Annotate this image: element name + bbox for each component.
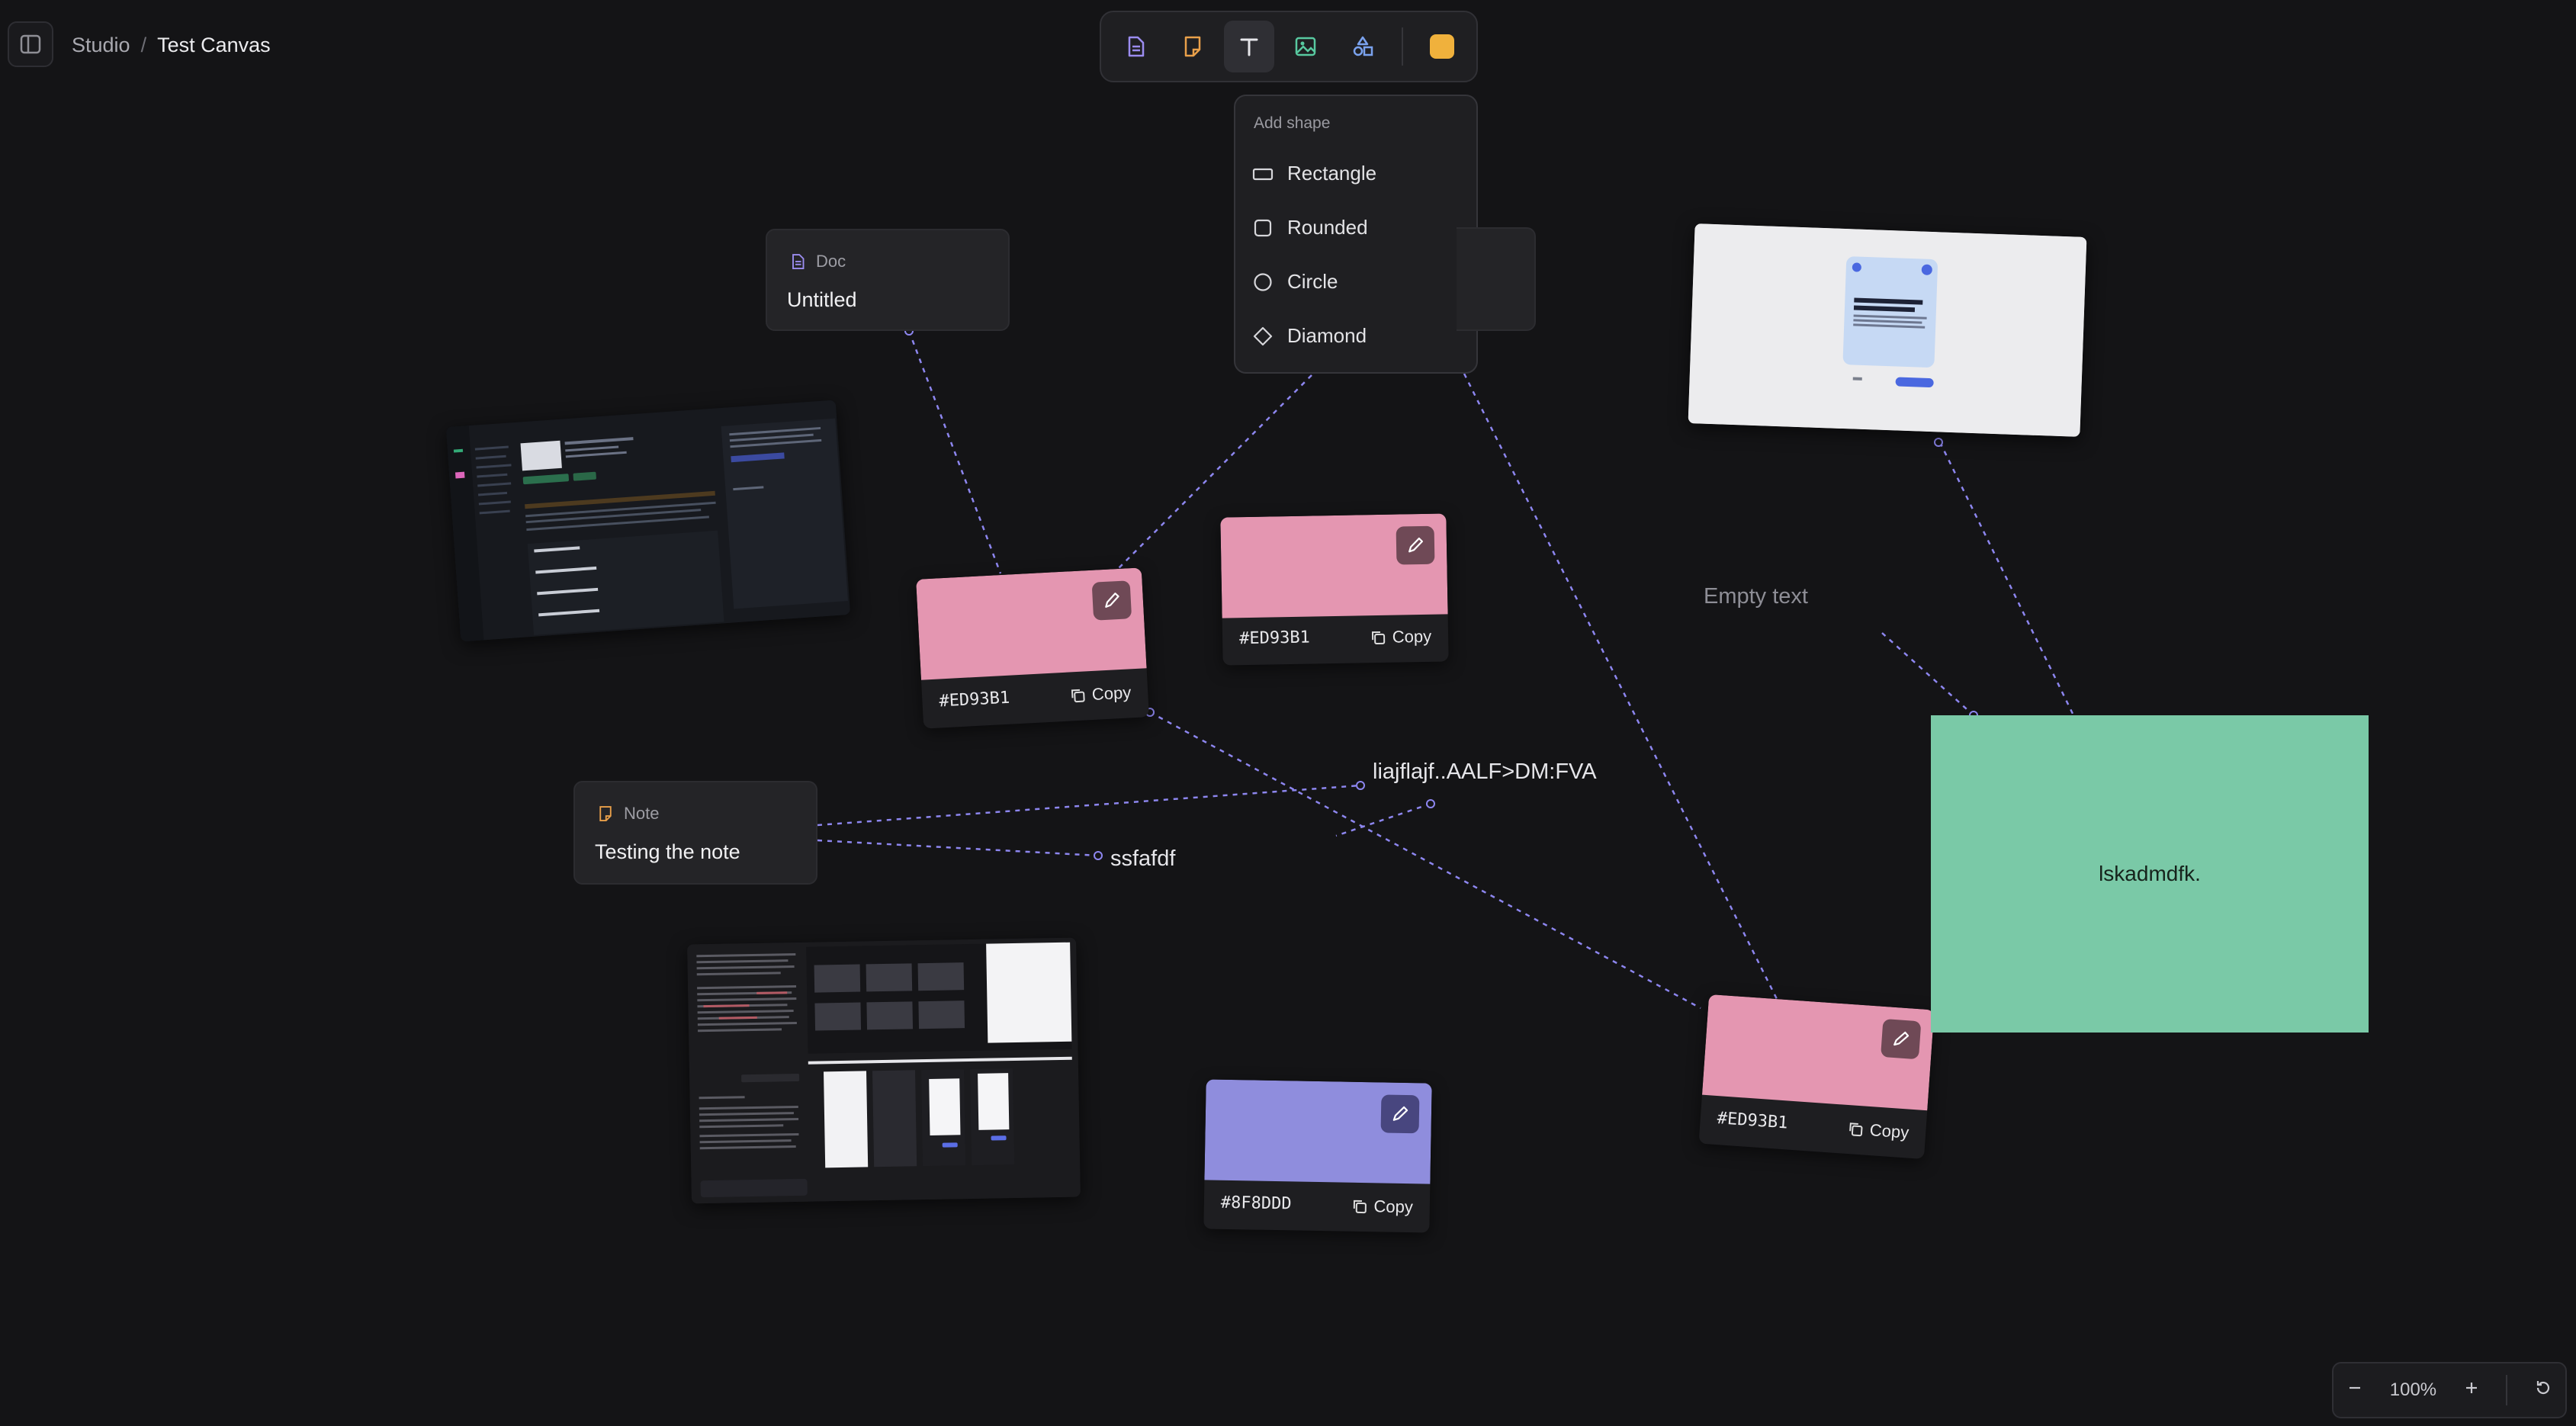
doc-icon (792, 254, 805, 269)
color-card[interactable]: #8F8DDD Copy (1203, 1079, 1432, 1233)
edit-color-button[interactable] (1881, 1018, 1922, 1060)
zoom-level: 100% (2389, 1379, 2437, 1400)
note-card-type: Note (596, 804, 659, 824)
note-card[interactable]: Note Testing the note (573, 781, 817, 885)
edit-color-button[interactable] (1396, 525, 1435, 565)
menu-item-circle[interactable]: Circle (1252, 270, 1338, 294)
pencil-icon (1408, 537, 1424, 553)
color-hex: #8F8DDD (1220, 1193, 1292, 1214)
zoom-controls: 100% (2332, 1362, 2567, 1418)
color-card[interactable]: #ED93B1 Copy (1698, 994, 1935, 1160)
screenshot-image[interactable] (1688, 223, 2087, 437)
rectangle-shape[interactable]: lskadmdfk. (1931, 715, 2369, 1033)
doc-card-type: Doc (789, 252, 846, 271)
copy-label: Copy (1373, 1196, 1414, 1217)
add-shape-menu: Add shape Rectangle Rounded Circle Diamo… (1234, 95, 1478, 374)
menu-item-label: Circle (1287, 270, 1338, 293)
pencil-icon (1105, 593, 1119, 608)
note-tool-icon (1184, 36, 1200, 57)
doc-card[interactable]: Doc Untitled (766, 229, 1010, 331)
copy-icon (1371, 631, 1385, 645)
color-swatch (1429, 34, 1454, 59)
zoom-divider (2506, 1375, 2508, 1405)
color-hex: #ED93B1 (938, 688, 1010, 711)
color-card[interactable]: #ED93B1 Copy (1220, 513, 1449, 666)
connector-handle[interactable] (1356, 781, 1365, 790)
plus-icon (2465, 1382, 2477, 1393)
menu-item-label: Rectangle (1287, 162, 1377, 185)
text-tool-icon (1240, 38, 1258, 56)
screenshot-image[interactable] (445, 400, 851, 642)
copy-button[interactable]: Copy (1068, 682, 1132, 705)
pencil-icon (1893, 1031, 1910, 1046)
color-card[interactable]: #ED93B1 Copy (916, 567, 1149, 729)
color-hex: #ED93B1 (1717, 1109, 1789, 1133)
edit-color-button[interactable] (1380, 1094, 1420, 1134)
doc-tool-icon (1128, 36, 1145, 57)
color-picker-button[interactable] (1417, 21, 1467, 72)
breadcrumb-current: Test Canvas (157, 34, 271, 56)
text-node[interactable]: ssfafdf (1110, 846, 1175, 872)
add-image-button[interactable] (1280, 21, 1331, 72)
edit-color-button[interactable] (1091, 580, 1132, 621)
add-text-button[interactable] (1223, 21, 1275, 72)
add-note-button[interactable] (1167, 21, 1217, 72)
toolbar-divider (1401, 27, 1403, 66)
menu-item-label: Rounded (1287, 216, 1368, 239)
rounded-square-icon (1254, 219, 1272, 236)
doc-title: Untitled (787, 288, 857, 311)
screenshot-preview (687, 937, 1081, 1204)
screenshot-image[interactable] (687, 937, 1081, 1204)
add-shape-button[interactable] (1337, 21, 1387, 72)
copy-icon (1353, 1200, 1367, 1214)
diamond-icon (1253, 326, 1273, 345)
pencil-icon (1392, 1106, 1408, 1121)
copy-label: Copy (1869, 1120, 1910, 1142)
rectangle-icon (1252, 168, 1274, 180)
breadcrumb: Studio / Test Canvas (72, 34, 271, 57)
color-hex: #ED93B1 (1238, 628, 1311, 649)
reset-icon (2536, 1380, 2549, 1394)
screenshot-preview (1688, 223, 2087, 437)
copy-label: Copy (1392, 626, 1432, 647)
copy-icon (1848, 1122, 1863, 1137)
copy-button[interactable]: Copy (1351, 1196, 1413, 1217)
breadcrumb-separator: / (140, 34, 147, 56)
screenshot-preview (445, 400, 851, 642)
copy-label: Copy (1091, 682, 1132, 704)
sidebar-icon (20, 34, 41, 54)
breadcrumb-studio[interactable]: Studio (72, 34, 130, 57)
reset-view-button[interactable] (2534, 1379, 2552, 1402)
shape-label: lskadmdfk. (2099, 862, 2201, 885)
circle-icon (1254, 272, 1272, 291)
text-node[interactable]: liajflajf..AALF>DM:FVA (1373, 760, 1597, 785)
menu-item-rounded[interactable]: Rounded (1252, 216, 1368, 239)
minus-icon (2350, 1386, 2361, 1389)
connector-handle[interactable] (1094, 851, 1103, 860)
canvas-toolbar (1100, 11, 1478, 82)
menu-title: Add shape (1254, 114, 1331, 132)
empty-text-node[interactable]: Empty text (1704, 584, 1808, 609)
copy-button[interactable]: Copy (1370, 627, 1432, 647)
copy-icon (1071, 689, 1085, 703)
image-tool-icon (1295, 37, 1316, 56)
add-doc-button[interactable] (1110, 21, 1161, 72)
hidden-card[interactable] (1457, 227, 1536, 331)
sidebar-toggle-button[interactable] (8, 21, 53, 67)
copy-button[interactable]: Copy (1846, 1119, 1910, 1143)
shapes-tool-icon (1353, 36, 1373, 56)
menu-item-rectangle[interactable]: Rectangle (1252, 162, 1376, 185)
connector-handle[interactable] (1426, 799, 1435, 808)
note-title: Testing the note (595, 840, 740, 863)
menu-item-diamond[interactable]: Diamond (1252, 324, 1367, 348)
menu-item-label: Diamond (1287, 324, 1367, 347)
note-icon (599, 806, 612, 821)
note-type-label: Note (624, 804, 660, 823)
connector-handle[interactable] (1934, 438, 1943, 447)
zoom-in-button[interactable] (2463, 1379, 2480, 1402)
zoom-out-button[interactable] (2346, 1379, 2363, 1402)
doc-type-label: Doc (816, 252, 846, 271)
